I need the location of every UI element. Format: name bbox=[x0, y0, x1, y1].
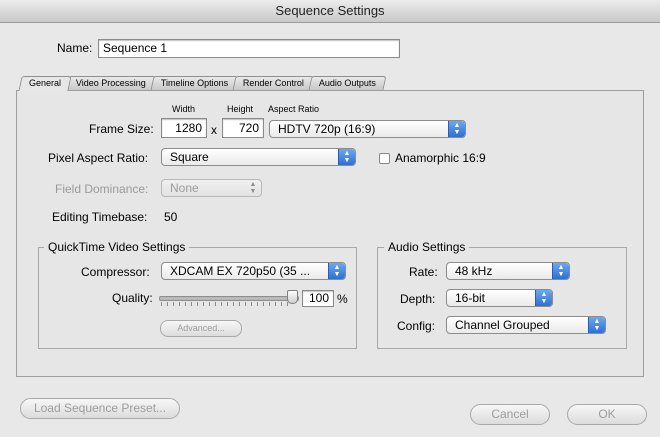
rate-label: Rate: bbox=[409, 265, 438, 279]
quality-slider-thumb[interactable] bbox=[287, 290, 298, 304]
quality-label: Quality: bbox=[112, 291, 153, 305]
pixel-aspect-value: Square bbox=[170, 150, 209, 164]
popup-arrows-icon: ▲ ▼ bbox=[448, 121, 465, 137]
popup-arrows-icon: ▲ ▼ bbox=[535, 290, 552, 306]
tab-bar: General Video Processing Timeline Option… bbox=[18, 76, 387, 91]
rate-popup[interactable]: 48 kHz ▲ ▼ bbox=[446, 262, 570, 280]
pixel-aspect-popup[interactable]: Square ▲ ▼ bbox=[161, 148, 356, 166]
frame-size-label: Frame Size: bbox=[89, 122, 154, 136]
config-label: Config: bbox=[397, 319, 436, 333]
aspect-ratio-caption: Aspect Ratio bbox=[268, 104, 320, 114]
ok-button[interactable]: OK bbox=[567, 404, 647, 425]
quality-field[interactable]: 100 bbox=[302, 290, 334, 307]
pixel-aspect-label: Pixel Aspect Ratio: bbox=[48, 151, 149, 165]
audio-settings-title: Audio Settings bbox=[384, 240, 470, 254]
quicktime-group-title: QuickTime Video Settings bbox=[44, 240, 190, 254]
frame-height-field[interactable]: 720 bbox=[222, 118, 264, 138]
config-value: Channel Grouped bbox=[455, 318, 550, 332]
quality-unit: % bbox=[337, 292, 348, 306]
frame-width-field[interactable]: 1280 bbox=[161, 118, 207, 138]
popup-arrows-icon: ▲ ▼ bbox=[338, 149, 355, 165]
quality-slider-ticks bbox=[161, 302, 293, 306]
config-popup[interactable]: Channel Grouped ▲ ▼ bbox=[446, 316, 606, 334]
tab-audio-outputs[interactable]: Audio Outputs bbox=[308, 76, 387, 90]
popup-arrows-icon: ▲ ▼ bbox=[588, 317, 605, 333]
compressor-label: Compressor: bbox=[81, 265, 150, 279]
cancel-button[interactable]: Cancel bbox=[470, 404, 550, 425]
aspect-ratio-popup[interactable]: HDTV 720p (16:9) ▲ ▼ bbox=[269, 120, 466, 138]
quality-slider-track[interactable] bbox=[159, 296, 299, 301]
height-caption: Height bbox=[227, 104, 254, 114]
name-field[interactable]: Sequence 1 bbox=[98, 39, 400, 58]
depth-value: 16-bit bbox=[455, 291, 486, 305]
frame-size-separator: x bbox=[211, 123, 217, 137]
compressor-value: XDCAM EX 720p50 (35 ... bbox=[170, 264, 311, 278]
popup-arrows-icon: ▲ ▼ bbox=[249, 181, 257, 195]
tab-timeline-options[interactable]: Timeline Options bbox=[150, 76, 239, 90]
tab-render-control[interactable]: Render Control bbox=[232, 76, 315, 90]
compressor-popup[interactable]: XDCAM EX 720p50 (35 ... ▲ ▼ bbox=[161, 262, 346, 280]
advanced-button[interactable]: Advanced... bbox=[160, 320, 242, 337]
rate-value: 48 kHz bbox=[455, 264, 493, 278]
popup-arrows-icon: ▲ ▼ bbox=[552, 263, 569, 279]
window-title: Sequence Settings bbox=[0, 0, 660, 23]
tab-general[interactable]: General bbox=[18, 76, 72, 91]
name-label: Name: bbox=[57, 41, 93, 55]
depth-label: Depth: bbox=[400, 292, 436, 306]
editing-timebase-label: Editing Timebase: bbox=[52, 210, 148, 224]
load-sequence-preset-button[interactable]: Load Sequence Preset... bbox=[20, 398, 180, 419]
popup-arrows-icon: ▲ ▼ bbox=[328, 263, 345, 279]
anamorphic-checkbox[interactable] bbox=[379, 153, 390, 164]
depth-popup[interactable]: 16-bit ▲ ▼ bbox=[446, 289, 553, 307]
tab-video-processing[interactable]: Video Processing bbox=[65, 76, 157, 90]
editing-timebase-value: 50 bbox=[164, 210, 178, 224]
sequence-settings-window: Sequence Settings Name: Sequence 1 Gener… bbox=[0, 0, 660, 437]
field-dominance-value: None bbox=[170, 181, 199, 195]
field-dominance-popup: None ▲ ▼ bbox=[161, 179, 262, 197]
aspect-ratio-value: HDTV 720p (16:9) bbox=[278, 122, 376, 136]
field-dominance-label: Field Dominance: bbox=[55, 182, 149, 196]
width-caption: Width bbox=[172, 104, 196, 114]
anamorphic-label: Anamorphic 16:9 bbox=[395, 151, 486, 165]
